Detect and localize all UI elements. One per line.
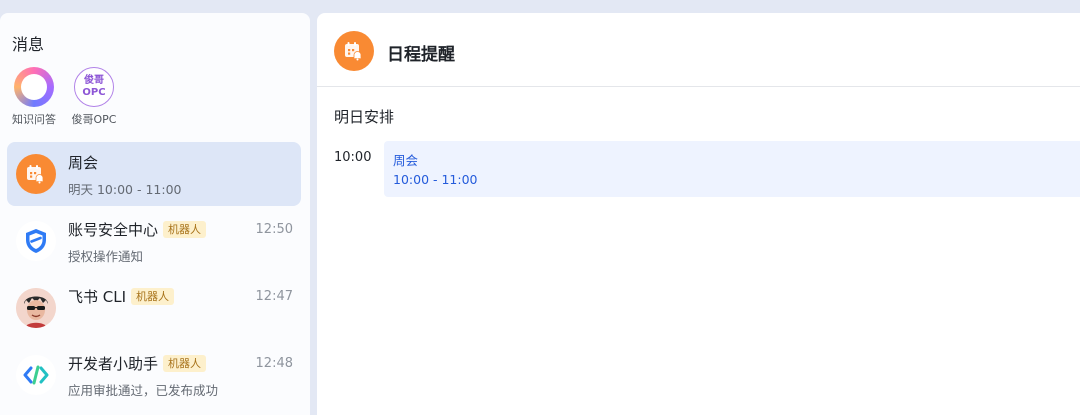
chat-name-text: 周会	[68, 154, 99, 172]
chat-name-text: 飞书 CLI	[68, 288, 127, 306]
quick-app-label: 知识问答	[12, 113, 56, 126]
event-card[interactable]: 周会 10:00 - 11:00	[384, 141, 1080, 197]
code-brackets-icon	[16, 355, 56, 395]
app-window: 消息 知识问答 俊哥 OPC 俊哥OPC 周会 明天 10:00 - 11:00…	[0, 0, 1080, 415]
cartoon-person-avatar	[16, 288, 56, 328]
opc-avatar-text-bottom: OPC	[82, 87, 106, 98]
chat-name: 开发者小助手 机器人	[68, 353, 207, 374]
message-sidebar: 消息 知识问答 俊哥 OPC 俊哥OPC 周会 明天 10:00 - 11:00…	[0, 13, 310, 415]
chat-name: 飞书 CLI 机器人	[68, 286, 175, 307]
quick-app-knowledge-qa[interactable]: 知识问答	[4, 67, 64, 127]
chat-name-text: 开发者小助手	[68, 355, 159, 373]
conversation-title: 日程提醒	[387, 45, 455, 65]
chat-item-account-security[interactable]: 账号安全中心 机器人 12:50 授权操作通知	[7, 209, 301, 273]
slot-time-label: 10:00	[334, 150, 372, 165]
conversation-header: 日程提醒	[317, 13, 1080, 87]
bot-badge: 机器人	[131, 288, 175, 305]
bot-badge: 机器人	[163, 355, 207, 372]
quick-app-label: 俊哥OPC	[71, 113, 117, 126]
chat-preview: 授权操作通知	[68, 249, 144, 264]
chat-item-weekly-meeting[interactable]: 周会 明天 10:00 - 11:00	[7, 142, 301, 206]
knowledge-qa-ring-icon	[14, 67, 54, 107]
calendar-bell-icon	[334, 31, 374, 71]
opc-avatar-text-top: 俊哥	[84, 75, 104, 86]
opc-avatar-icon: 俊哥 OPC	[74, 67, 114, 107]
chat-item-feishu-cli[interactable]: 飞书 CLI 机器人 12:47	[7, 276, 301, 340]
chat-time: 12:47	[255, 289, 293, 304]
chat-name: 账号安全中心 机器人	[68, 219, 207, 240]
quick-app-opc[interactable]: 俊哥 OPC 俊哥OPC	[64, 67, 124, 127]
shield-check-icon	[16, 221, 56, 261]
section-title: 明日安排	[334, 108, 395, 126]
calendar-bell-icon	[16, 154, 56, 194]
sidebar-title: 消息	[12, 35, 45, 54]
conversation-panel: 日程提醒 明日安排 10:00 周会 10:00 - 11:00	[317, 13, 1080, 415]
chat-time: 12:48	[255, 356, 293, 371]
event-name: 周会	[393, 153, 419, 168]
chat-preview: 应用审批通过，已发布成功	[68, 383, 219, 398]
chat-name: 周会	[68, 152, 98, 173]
bot-badge: 机器人	[163, 221, 207, 238]
chat-name-text: 账号安全中心	[68, 221, 159, 239]
event-time-range: 10:00 - 11:00	[393, 172, 478, 187]
chat-time: 12:50	[255, 222, 293, 237]
chat-preview: 明天 10:00 - 11:00	[68, 182, 182, 197]
chat-item-developer-assistant[interactable]: 开发者小助手 机器人 12:48 应用审批通过，已发布成功	[7, 343, 301, 407]
